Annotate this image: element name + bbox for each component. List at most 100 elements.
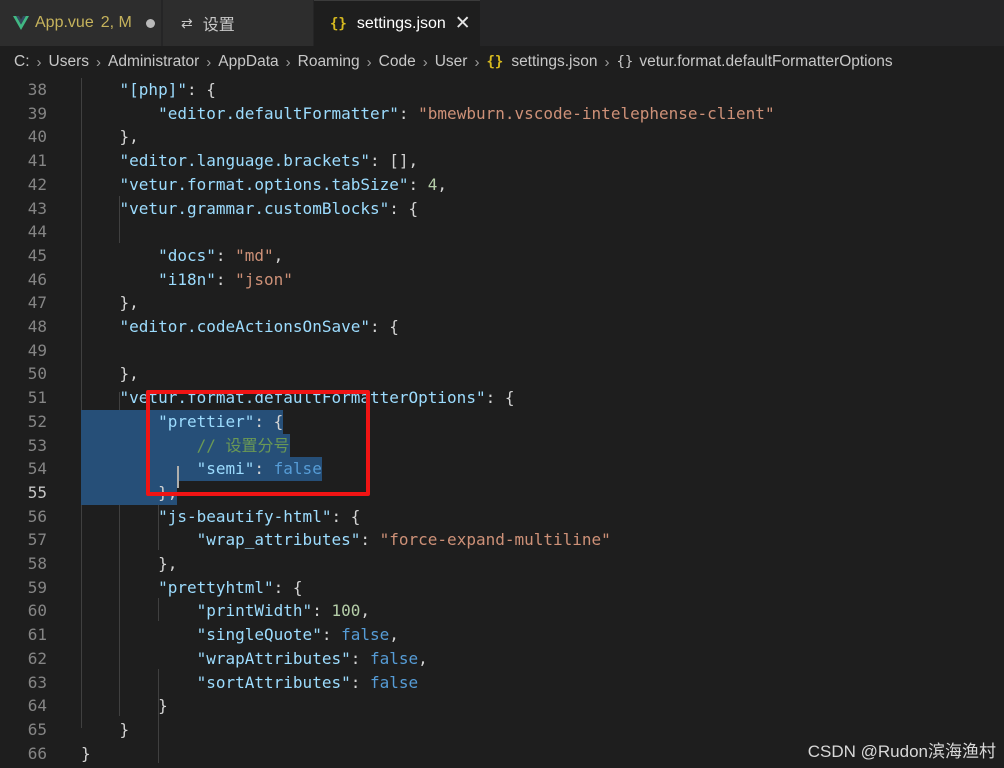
code-line[interactable]: 39 "editor.defaultFormatter": "bmewburn.…	[0, 102, 1004, 126]
code-token: "sortAttributes"	[196, 672, 351, 692]
code-line[interactable]: 57 "wrap_attributes": "force-expand-mult…	[0, 528, 1004, 552]
code-token: :	[312, 601, 332, 621]
line-number: 63	[27, 672, 47, 692]
line-number: 42	[27, 174, 47, 194]
code-token: "printWidth"	[196, 601, 313, 621]
breadcrumb-item[interactable]: vetur.format.defaultFormatterOptions	[639, 53, 892, 71]
breadcrumb-item[interactable]: AppData	[218, 53, 278, 71]
code-token: :	[215, 245, 236, 265]
code-token: "md"	[235, 245, 274, 265]
code-token: }	[81, 719, 130, 739]
code-line[interactable]: 61 "singleQuote": false,	[0, 623, 1004, 647]
code-token: :	[215, 269, 236, 289]
code-line[interactable]: 64 }	[0, 694, 1004, 718]
code-token: "editor.defaultFormatter"	[158, 103, 399, 123]
code-line[interactable]: 49	[0, 339, 1004, 363]
code-text: "editor.language.brackets": [],	[81, 149, 419, 173]
line-number: 40	[27, 127, 47, 147]
code-text: "docs": "md",	[81, 244, 283, 268]
code-line[interactable]: 62 "wrapAttributes": false,	[0, 647, 1004, 671]
code-token: :	[350, 648, 370, 668]
code-token: }	[81, 696, 168, 716]
breadcrumb-item[interactable]: Code	[379, 53, 416, 71]
code-token: "js-beautify-html"	[158, 506, 332, 526]
code-text: "editor.defaultFormatter": "bmewburn.vsc…	[81, 102, 775, 126]
tab-bar: App.vue 2, M ⇄ 设置 {} settings.json ✕	[0, 0, 1004, 46]
code-token: :	[360, 530, 380, 550]
code-line[interactable]: 43 "vetur.grammar.customBlocks": {	[0, 197, 1004, 221]
code-token: "json"	[235, 269, 293, 289]
line-number: 60	[27, 601, 47, 621]
code-line[interactable]: 46 "i18n": "json"	[0, 268, 1004, 292]
close-icon[interactable]: ✕	[455, 12, 471, 35]
tab-app-vue[interactable]: App.vue 2, M	[0, 0, 162, 46]
breadcrumb-item[interactable]: Users	[49, 53, 89, 71]
tab-label: App.vue	[35, 14, 94, 31]
code-token: "vetur.format.options.tabSize"	[119, 174, 409, 194]
chevron-right-icon: ›	[474, 53, 480, 71]
line-number: 55	[27, 482, 47, 502]
line-number: 62	[27, 648, 47, 668]
code-token: 4	[427, 174, 438, 194]
code-line[interactable]: 48 "editor.codeActionsOnSave": {	[0, 315, 1004, 339]
code-token: "wrap_attributes"	[196, 530, 361, 550]
code-token: : {	[389, 198, 419, 218]
code-line[interactable]: 44	[0, 220, 1004, 244]
code-text: "js-beautify-html": {	[81, 505, 360, 529]
code-line[interactable]: 41 "editor.language.brackets": [],	[0, 149, 1004, 173]
code-line[interactable]: 50 },	[0, 362, 1004, 386]
line-number: 44	[27, 222, 47, 242]
code-token: ,	[273, 245, 284, 265]
code-token: "editor.codeActionsOnSave"	[119, 317, 370, 336]
unsaved-dot-icon[interactable]	[145, 18, 155, 28]
code-line[interactable]: 63 "sortAttributes": false	[0, 671, 1004, 695]
code-token: 100	[331, 601, 361, 621]
breadcrumb-item[interactable]: Administrator	[108, 53, 199, 71]
code-line[interactable]: 60 "printWidth": 100,	[0, 599, 1004, 623]
code-line[interactable]: 47 },	[0, 291, 1004, 315]
json-braces-icon: {}	[330, 15, 347, 32]
chevron-right-icon: ›	[285, 53, 291, 71]
code-text: },	[81, 291, 139, 315]
code-line[interactable]: 58 },	[0, 552, 1004, 576]
breadcrumb-item[interactable]: Roaming	[298, 53, 360, 71]
line-number: 48	[27, 317, 47, 336]
code-token: :	[408, 174, 428, 194]
code-text: },	[81, 362, 139, 386]
line-number: 54	[27, 459, 47, 479]
code-token: ,	[437, 174, 448, 194]
code-token: false	[341, 625, 390, 645]
breadcrumb-item[interactable]: User	[435, 53, 468, 71]
line-number: 64	[27, 696, 47, 716]
tab-label: 设置	[202, 17, 235, 34]
tab-settings[interactable]: ⇄ 设置	[163, 0, 313, 46]
code-line[interactable]: 59 "prettyhtml": {	[0, 576, 1004, 600]
code-line[interactable]: 56 "js-beautify-html": {	[0, 505, 1004, 529]
breadcrumb-item[interactable]: C:	[14, 53, 30, 71]
code-token: : {	[273, 577, 303, 597]
code-line[interactable]: 45 "docs": "md",	[0, 244, 1004, 268]
code-text: }	[81, 718, 130, 742]
line-number: 57	[27, 530, 47, 550]
code-token: : [],	[369, 151, 419, 171]
code-line[interactable]: 38 "[php]": {	[0, 78, 1004, 102]
code-token: false	[369, 672, 419, 692]
watermark: CSDN @Rudon滨海渔村	[807, 742, 996, 761]
line-number: 49	[27, 340, 47, 360]
code-line[interactable]: 40 },	[0, 125, 1004, 149]
code-line[interactable]: 42 "vetur.format.options.tabSize": 4,	[0, 173, 1004, 197]
tab-settings-json[interactable]: {} settings.json ✕	[314, 0, 480, 46]
settings-icon: ⇄	[181, 14, 193, 31]
chevron-right-icon: ›	[36, 53, 42, 71]
breadcrumb-item[interactable]: settings.json	[511, 53, 597, 71]
code-text: "vetur.grammar.customBlocks": {	[81, 197, 419, 221]
code-token: },	[81, 554, 178, 573]
